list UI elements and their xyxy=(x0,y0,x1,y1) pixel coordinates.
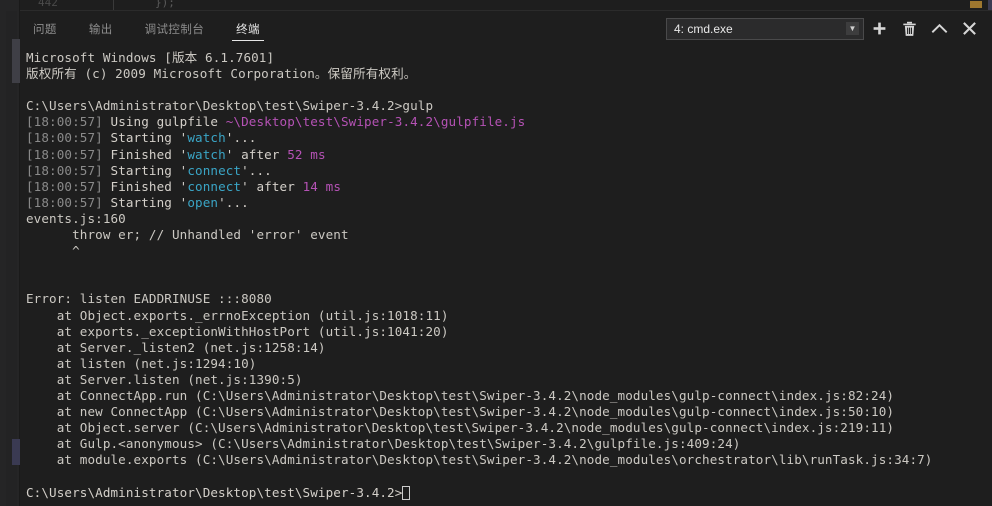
terminal-prompt-text: C:\Users\Administrator\Desktop\test\Swip… xyxy=(26,484,403,500)
terminal-text-line: at Server.listen (net.js:1390:5) xyxy=(26,371,303,387)
terminal-segment-task: connect xyxy=(187,178,242,194)
terminal-log-line: [18:00:57] Starting 'connect'... xyxy=(26,163,992,179)
gutter-divider xyxy=(113,0,114,10)
tab-terminal-label: 终端 xyxy=(236,23,260,36)
terminal-segment-path: 14 ms xyxy=(302,178,342,194)
terminal-text-line: at Object.server (C:\Users\Administrator… xyxy=(26,420,895,436)
terminal-text-line: 版权所有 (c) 2009 Microsoft Corporation。保留所有… xyxy=(26,66,417,82)
terminal-segment-timestamp: [18:00:57] xyxy=(26,162,103,178)
terminal-segment-default: Starting ' xyxy=(102,194,188,210)
terminal-text-line: at module.exports (C:\Users\Administrato… xyxy=(26,452,933,468)
terminal-output[interactable]: Microsoft Windows [版本 6.1.7601] 版权所有 (c) … xyxy=(20,46,992,506)
left-strip xyxy=(0,0,23,506)
editor-code-fragment: }); xyxy=(155,0,175,9)
terminal-segment-default: Using gulpfile xyxy=(102,114,226,130)
close-panel-button[interactable] xyxy=(954,14,984,44)
terminal-segment-path: ~\Desktop\test\Swiper-3.4.2\gulpfile.js xyxy=(225,114,526,130)
terminal-segment-default: '... xyxy=(218,194,249,210)
plus-icon xyxy=(872,21,887,36)
terminal-segment-timestamp: [18:00:57] xyxy=(26,146,103,162)
terminal-segment-default: Finished ' xyxy=(102,178,188,194)
terminal-segment-task: watch xyxy=(187,130,226,146)
terminal-select-value: 4: cmd.exe xyxy=(674,21,733,36)
terminal-segment-default: '... xyxy=(225,130,257,146)
terminal-text-line: Microsoft Windows [版本 6.1.7601] xyxy=(26,50,275,65)
minimap-overview-ruler xyxy=(988,0,992,10)
terminal-select[interactable]: 4: cmd.exe ▼ xyxy=(666,17,864,40)
terminal-prompt-line: C:\Users\Administrator\Desktop\test\Swip… xyxy=(26,485,992,501)
terminal-segment-default: '... xyxy=(241,162,272,178)
chevron-down-icon[interactable]: ▼ xyxy=(846,22,859,35)
tab-problems[interactable]: 问题 xyxy=(20,11,70,46)
terminal-text-line: at new ConnectApp (C:\Users\Administrato… xyxy=(26,404,895,420)
vertical-scrollbar-track[interactable] xyxy=(6,11,23,506)
terminal-text-line: Error: listen EADDRINUSE :::8080 xyxy=(26,291,272,307)
panel-tab-list: 问题 输出 调试控制台 终端 xyxy=(20,11,279,46)
panel-actions: 4: cmd.exe ▼ xyxy=(666,11,984,46)
tab-debug-console[interactable]: 调试控制台 xyxy=(132,11,218,46)
terminal-log-line: [18:00:57] Finished 'connect' after 14 m… xyxy=(26,179,992,195)
terminal-segment-timestamp: [18:00:57] xyxy=(26,114,103,130)
terminal-segment-path: 52 ms xyxy=(287,146,326,162)
tab-output-label: 输出 xyxy=(88,23,113,36)
terminal-cursor xyxy=(402,485,411,500)
kill-terminal-button[interactable] xyxy=(894,14,924,44)
terminal-segment-timestamp: [18:00:57] xyxy=(26,194,103,210)
terminal-log-line: [18:00:57] Starting 'watch'... xyxy=(26,130,992,146)
minimap-marker-icon xyxy=(970,1,982,8)
terminal-segment-timestamp: [18:00:57] xyxy=(26,178,103,194)
terminal-segment-default: Starting ' xyxy=(102,130,188,146)
editor-line-number: 442 xyxy=(38,0,58,9)
panel-header: 问题 输出 调试控制台 终端 4: cmd.exe ▼ xyxy=(20,11,992,46)
tab-output[interactable]: 输出 xyxy=(76,11,126,46)
terminal-segment-default: Starting ' xyxy=(102,162,188,178)
terminal-log-line: [18:00:57] Using gulpfile ~\Desktop\test… xyxy=(26,114,992,130)
terminal-segment-default: ' after xyxy=(225,146,288,162)
terminal-log-line: [18:00:57] Finished 'watch' after 52 ms xyxy=(26,147,992,163)
terminal-text-line: events.js:160 xyxy=(26,210,126,226)
terminal-text-line: at Gulp.<anonymous> (C:\Users\Administra… xyxy=(26,436,741,452)
terminal-text-line: at exports._exceptionWithHostPort (util.… xyxy=(26,323,449,339)
terminal-log-line: [18:00:57] Starting 'open'... xyxy=(26,195,992,211)
chevron-up-icon xyxy=(931,21,948,36)
tab-debug-console-label: 调试控制台 xyxy=(144,23,205,36)
terminal-line-container: Microsoft Windows [版本 6.1.7601] 版权所有 (c) … xyxy=(26,50,992,501)
close-icon xyxy=(962,21,977,36)
trash-icon xyxy=(902,21,917,37)
terminal-text-line: ^ xyxy=(26,243,80,259)
maximize-panel-button[interactable] xyxy=(924,14,954,44)
tab-terminal[interactable]: 终端 xyxy=(223,11,273,46)
new-terminal-button[interactable] xyxy=(864,14,894,44)
terminal-segment-timestamp: [18:00:57] xyxy=(26,130,103,146)
terminal-text-line: at Server._listen2 (net.js:1258:14) xyxy=(26,339,326,355)
terminal-text-line: C:\Users\Administrator\Desktop\test\Swip… xyxy=(26,98,434,114)
terminal-segment-default: ' after xyxy=(241,178,303,194)
vscode-window: 442 }); 问题 输出 调试控制台 终端 4: cmd.exe ▼ Micr… xyxy=(0,0,992,506)
terminal-text-line: at Object.exports._errnoException (util.… xyxy=(26,307,449,323)
terminal-text-line: at listen (net.js:1294:10) xyxy=(26,355,257,371)
terminal-segment-task: open xyxy=(187,194,219,210)
terminal-text-line: throw er; // Unhandled 'error' event xyxy=(26,227,349,243)
terminal-segment-default: Finished ' xyxy=(102,146,188,162)
tab-problems-label: 问题 xyxy=(33,23,57,36)
terminal-text-line: at ConnectApp.run (C:\Users\Administrato… xyxy=(26,387,895,403)
terminal-segment-task: connect xyxy=(187,162,242,178)
editor-bottom-sliver: 442 }); xyxy=(0,0,992,11)
terminal-segment-task: watch xyxy=(187,146,226,162)
